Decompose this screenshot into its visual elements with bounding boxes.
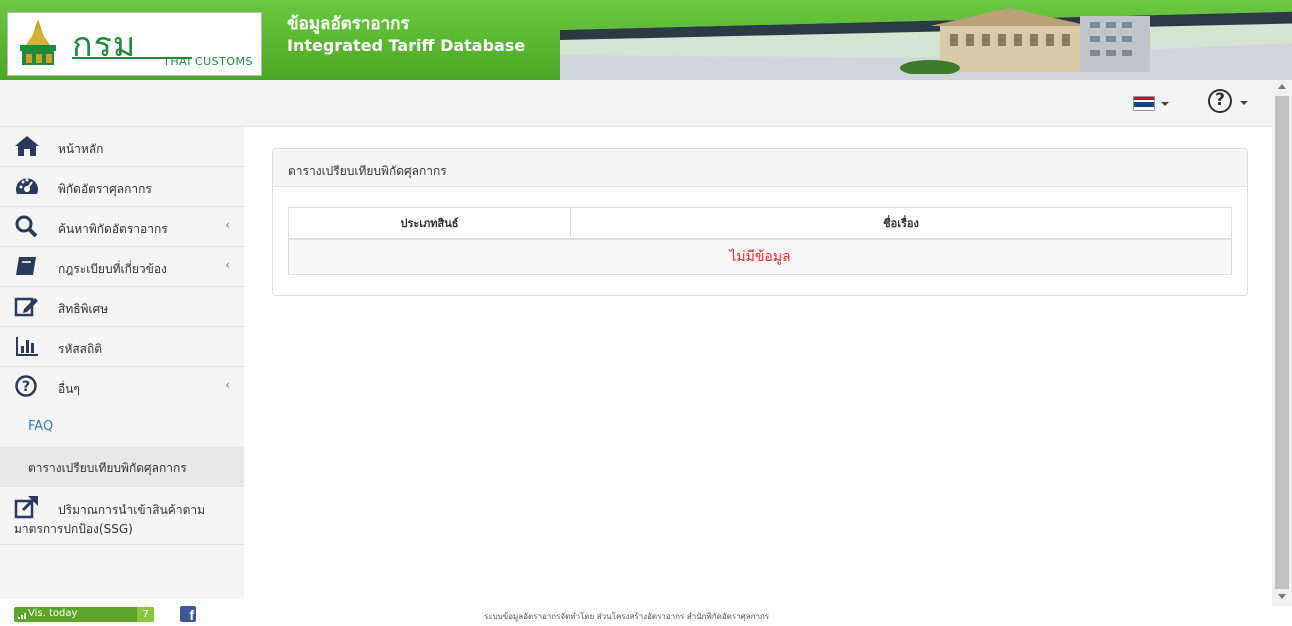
panel-title: ตารางเปรียบเทียบพิกัดศุลกากร	[273, 149, 1247, 187]
chevron-down-icon	[1161, 102, 1169, 106]
bar-chart-icon	[16, 337, 38, 356]
home-icon	[15, 136, 39, 156]
sidebar-item-label: สิทธิพิเศษ	[58, 302, 109, 316]
sidebar-item-search-tariff[interactable]: ค้นหาพิกัดอัตราอากร ‹	[0, 207, 244, 247]
column-header-title[interactable]: ชื่อเรื่อง	[570, 207, 1232, 240]
sidebar-item-label: กฎระเบียบที่เกี่ยวข้อง	[58, 262, 167, 276]
edit-icon	[14, 297, 38, 317]
table-row: ไม่มีข้อมูล	[288, 238, 1232, 275]
building-image	[900, 8, 1150, 74]
thai-flag-icon	[1133, 96, 1155, 111]
logo-subtitle: THAI CUSTOMS	[163, 55, 253, 68]
scroll-up-arrow-icon[interactable]	[1278, 84, 1286, 89]
sidebar-item-ssg[interactable]: ปริมาณการนำเข้าสินค้าตาม มาตรการปกป้อง(S…	[0, 487, 244, 545]
scroll-down-arrow-icon[interactable]	[1278, 594, 1286, 599]
site-logo[interactable]: กรมศุลกากร THAI CUSTOMS	[7, 12, 262, 80]
sidebar-item-label: อื่นๆ	[58, 382, 80, 396]
footer-credit: ระบบข้อมูลอัตราอากรจัดทำโดย ส่วนโครงสร้า…	[484, 612, 770, 621]
logo-text: กรมศุลกากร	[72, 25, 198, 80]
site-title-english: Integrated Tariff Database	[287, 36, 526, 55]
chevron-left-icon: ‹	[225, 378, 230, 392]
sidebar-item-label: ค้นหาพิกัดอัตราอากร	[58, 222, 168, 236]
sidebar-item-privileges[interactable]: สิทธิพิเศษ	[0, 287, 244, 327]
book-icon	[16, 257, 36, 275]
external-link-icon	[14, 495, 38, 519]
site-header: กรมศุลกากร THAI CUSTOMS ข้อมูลอัตราอากร …	[0, 0, 1292, 80]
sidebar-item-label: หน้าหลัก	[58, 142, 104, 156]
chevron-left-icon: ‹	[225, 258, 230, 272]
language-dropdown[interactable]	[1133, 94, 1173, 114]
empty-state-message: ไม่มีข้อมูล	[288, 238, 1232, 275]
chevron-left-icon: ‹	[225, 218, 230, 232]
sidebar-item-tariff[interactable]: พิกัดอัตราศุลกากร	[0, 167, 244, 207]
search-icon	[15, 215, 38, 237]
site-title-thai: ข้อมูลอัตราอากร	[287, 14, 410, 34]
site-footer: Vis. today 7 f ระบบข้อมูลอัตราอากรจัดทำโ…	[0, 599, 1272, 626]
question-circle-icon: ?	[15, 375, 37, 397]
sidebar-item-label: มาตรการปกป้อง(SSG)	[14, 522, 133, 536]
comparison-table: ประเภทสินธ์ ชื่อเรื่อง ไม่มีข้อมูล	[288, 207, 1232, 275]
sidebar-subitem-faq[interactable]: FAQ	[0, 407, 244, 447]
sidebar-subitem-label: FAQ	[28, 419, 54, 434]
comparison-panel: ตารางเปรียบเทียบพิกัดศุลกากร ประเภทสินธ์…	[272, 148, 1248, 296]
dashboard-icon	[16, 178, 38, 194]
visitor-counter-badge[interactable]: Vis. today 7	[14, 607, 154, 622]
sidebar-item-label: รหัสสถิติ	[58, 342, 103, 356]
question-circle-icon: ?	[1208, 89, 1232, 113]
sidebar-item-home[interactable]: หน้าหลัก	[0, 127, 244, 167]
sidebar-item-statistics-code[interactable]: รหัสสถิติ	[0, 327, 244, 367]
sidebar-item-label: พิกัดอัตราศุลกากร	[58, 182, 152, 196]
sidebar-item-label: ปริมาณการนำเข้าสินค้าตาม	[58, 503, 206, 517]
svg-text:?: ?	[22, 379, 30, 395]
chevron-down-icon	[1240, 101, 1248, 105]
help-dropdown[interactable]: ?	[1208, 89, 1248, 117]
signal-bars-icon	[18, 613, 26, 619]
sidebar-item-others[interactable]: ? อื่นๆ ‹	[0, 367, 244, 407]
sidebar-item-regulations[interactable]: กฎระเบียบที่เกี่ยวข้อง ‹	[0, 247, 244, 287]
top-toolbar: ?	[0, 80, 1272, 127]
visitor-counter-label: Vis. today	[28, 608, 78, 619]
page-scrollbar[interactable]	[1272, 80, 1292, 606]
column-header-type[interactable]: ประเภทสินธ์	[288, 207, 571, 240]
scrollbar-thumb[interactable]	[1275, 96, 1289, 589]
visitor-counter-value: 7	[137, 607, 154, 622]
facebook-icon[interactable]: f	[180, 606, 196, 623]
customs-emblem-icon	[20, 19, 56, 65]
sidebar-subitem-tariff-comparison[interactable]: ตารางเปรียบเทียบพิกัดศุลกากร	[0, 447, 244, 487]
sidebar-subitem-label: ตารางเปรียบเทียบพิกัดศุลกากร	[28, 461, 187, 475]
sidebar-nav: หน้าหลัก พิกัดอัตราศุลกากร ค้นหาพิกัดอัต…	[0, 127, 244, 599]
